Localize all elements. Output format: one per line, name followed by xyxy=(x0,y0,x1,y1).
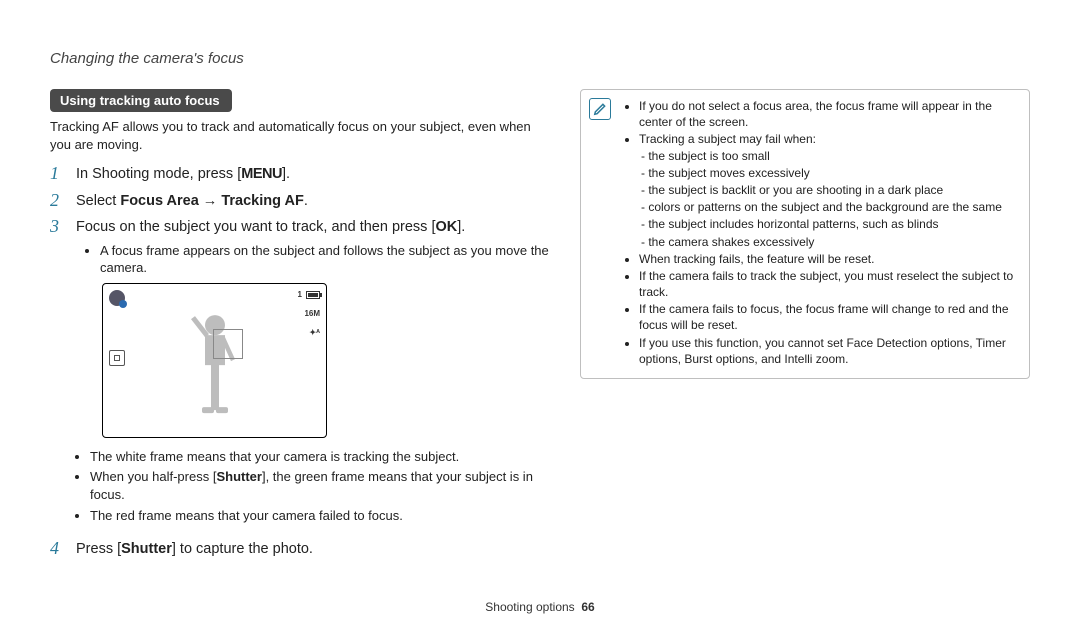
shots-remaining: 1 xyxy=(298,290,302,301)
step-text: Press [Shutter] to capture the photo. xyxy=(76,538,313,560)
shots-and-battery: 1 xyxy=(298,290,320,301)
step-text: Focus on the subject you want to track, … xyxy=(76,216,550,532)
note-box: If you do not select a focus area, the f… xyxy=(580,89,1030,379)
right-column: If you do not select a focus area, the f… xyxy=(580,89,1030,564)
text: In Shooting mode, press [ xyxy=(76,166,241,182)
bold-text: Shutter xyxy=(121,541,172,557)
list-item: If the camera fails to focus, the focus … xyxy=(639,301,1019,333)
step-list: 1 In Shooting mode, press [MENU]. 2 Sele… xyxy=(50,163,550,559)
focus-frame xyxy=(213,329,243,359)
flash-indicator: ✦ᴬ xyxy=(309,328,320,339)
bold-text: Shutter xyxy=(216,469,262,484)
step-text: Select Focus Area → Tracking AF. xyxy=(76,190,308,212)
camera-screen-illustration: 1 16M ✦ᴬ xyxy=(102,283,327,438)
list-item: The red frame means that your camera fai… xyxy=(90,507,550,525)
list-item: When tracking fails, the feature will be… xyxy=(639,251,1019,267)
step-2: 2 Select Focus Area → Tracking AF. xyxy=(50,190,550,212)
list-item: colors or patterns on the subject and th… xyxy=(641,199,1019,215)
list-item: the subject includes horizontal patterns… xyxy=(641,216,1019,232)
text: Tracking a subject may fail when: xyxy=(639,132,816,146)
mode-icon xyxy=(109,290,125,306)
step-number: 2 xyxy=(50,190,66,212)
list-item: the subject is backlit or you are shooti… xyxy=(641,182,1019,198)
person-silhouette xyxy=(180,308,250,423)
list-item: the camera shakes excessively xyxy=(641,234,1019,250)
bold-text: Tracking AF xyxy=(221,193,303,209)
list-item: If you use this function, you cannot set… xyxy=(639,335,1019,367)
list-item: the subject moves excessively xyxy=(641,165,1019,181)
list-item: A focus frame appears on the subject and… xyxy=(100,242,550,277)
focus-area-icon xyxy=(109,350,125,366)
text: Press [ xyxy=(76,541,121,557)
step-number: 4 xyxy=(50,538,66,560)
menu-button-label: MENU xyxy=(241,166,282,182)
text: ] to capture the photo. xyxy=(172,541,313,557)
footer-section: Shooting options xyxy=(485,600,574,614)
step-3: 3 Focus on the subject you want to track… xyxy=(50,216,550,532)
step-text: In Shooting mode, press [MENU]. xyxy=(76,163,290,185)
screen-right-indicators: 1 16M ✦ᴬ xyxy=(298,290,320,338)
step-4: 4 Press [Shutter] to capture the photo. xyxy=(50,538,550,560)
step-1: 1 In Shooting mode, press [MENU]. xyxy=(50,163,550,185)
text: . xyxy=(304,193,308,209)
left-column: Using tracking auto focus Tracking AF al… xyxy=(50,89,550,564)
battery-icon xyxy=(306,291,320,299)
text: When you half-press [ xyxy=(90,469,216,484)
list-item: Tracking a subject may fail when: the su… xyxy=(639,131,1019,249)
arrow: → xyxy=(199,193,222,209)
list-item: When you half-press [Shutter], the green… xyxy=(90,468,550,504)
frame-color-notes: The white frame means that your camera i… xyxy=(90,448,550,525)
note-icon xyxy=(589,98,611,120)
step-number: 3 xyxy=(50,216,66,238)
text: ]. xyxy=(457,219,465,235)
step-number: 1 xyxy=(50,163,66,185)
section-heading-pill: Using tracking auto focus xyxy=(50,89,232,112)
text: ]. xyxy=(282,166,290,182)
ok-button-label: OK xyxy=(435,219,457,235)
page-footer: Shooting options 66 xyxy=(0,600,1080,614)
content-columns: Using tracking auto focus Tracking AF al… xyxy=(50,89,1030,564)
list-item: If the camera fails to track the subject… xyxy=(639,268,1019,300)
list-item: If you do not select a focus area, the f… xyxy=(639,98,1019,130)
note-list: If you do not select a focus area, the f… xyxy=(639,98,1019,367)
text: Focus on the subject you want to track, … xyxy=(76,219,435,235)
step-sub-bullets: A focus frame appears on the subject and… xyxy=(100,242,550,277)
page-number: 66 xyxy=(581,600,594,614)
text: Select xyxy=(76,193,120,209)
note-sublist: the subject is too small the subject mov… xyxy=(641,148,1019,250)
bold-text: Focus Area xyxy=(120,193,198,209)
page-header: Changing the camera's focus xyxy=(50,50,1030,67)
section-intro: Tracking AF allows you to track and auto… xyxy=(50,118,550,153)
list-item: The white frame means that your camera i… xyxy=(90,448,550,466)
list-item: the subject is too small xyxy=(641,148,1019,164)
resolution-indicator: 16M xyxy=(304,309,320,320)
